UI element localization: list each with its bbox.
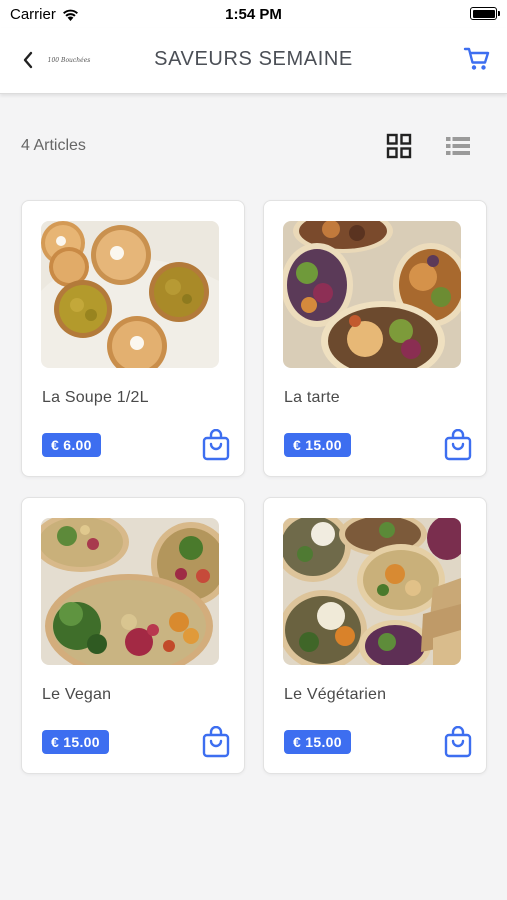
add-to-bag-button[interactable] [444, 725, 472, 758]
product-name: La Soupe 1/2L [42, 389, 149, 406]
cart-icon [463, 47, 490, 70]
product-card[interactable]: La Soupe 1/2L € 6.00 [21, 200, 245, 477]
product-card[interactable]: Le Végétarien € 15.00 [263, 497, 487, 774]
product-price: € 6.00 [42, 433, 101, 457]
add-to-bag-button[interactable] [202, 428, 230, 461]
navigation-bar: 100 Bouchées SAVEURS SEMAINE [0, 28, 507, 94]
product-price: € 15.00 [284, 433, 351, 457]
product-card[interactable]: La tarte € 15.00 [263, 200, 487, 477]
list-view-button[interactable] [445, 134, 471, 158]
product-image-vegetarian [283, 518, 461, 665]
product-name: Le Vegan [42, 686, 112, 703]
page-title: SAVEURS SEMAINE [154, 48, 353, 70]
product-price: € 15.00 [284, 730, 351, 754]
cart-button[interactable] [463, 45, 491, 73]
shopping-bag-icon [202, 725, 230, 758]
add-to-bag-button[interactable] [444, 428, 472, 461]
shopping-bag-icon [202, 428, 230, 461]
product-price: € 15.00 [42, 730, 109, 754]
grid-view-button[interactable] [386, 133, 412, 159]
shopping-bag-icon [444, 725, 472, 758]
status-time: 1:54 PM [225, 6, 282, 23]
grid-view-icon [386, 133, 412, 159]
add-to-bag-button[interactable] [202, 725, 230, 758]
list-toolbar: 4 Articles [0, 94, 507, 194]
list-view-icon [446, 137, 470, 155]
product-name: La tarte [284, 389, 340, 406]
shopping-bag-icon [444, 428, 472, 461]
product-image-vegan [41, 518, 219, 665]
product-image-soup [41, 221, 219, 368]
product-name: Le Végétarien [284, 686, 387, 703]
product-card[interactable]: Le Vegan € 15.00 [21, 497, 245, 774]
battery-icon [470, 7, 500, 20]
article-count: 4 Articles [21, 137, 86, 154]
status-bar: Carrier 1:54 PM [0, 0, 507, 28]
product-image-tart [283, 221, 461, 368]
